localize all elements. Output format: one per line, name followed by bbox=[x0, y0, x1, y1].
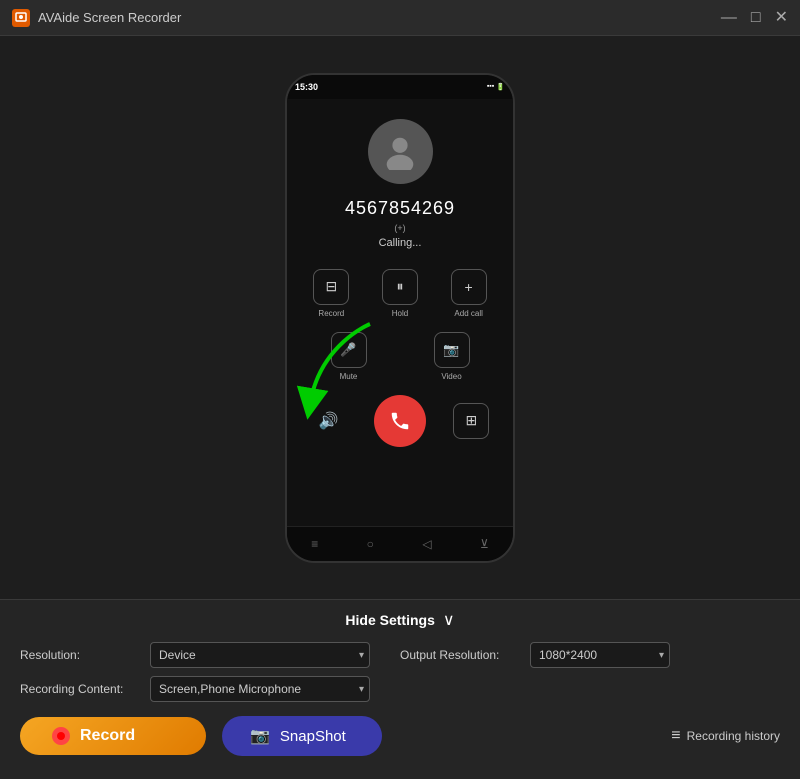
record-button[interactable]: Record bbox=[20, 717, 206, 755]
nav-menu-icon: ≡ bbox=[311, 537, 318, 551]
call-action-row-2: 🎤 Mute 📷 Video bbox=[297, 332, 503, 381]
caller-sub: (+) bbox=[394, 223, 405, 233]
app-title: AVAide Screen Recorder bbox=[38, 10, 181, 25]
caller-avatar bbox=[368, 119, 433, 184]
minimize-button[interactable]: — bbox=[721, 10, 737, 26]
record-action: ⊟ Record bbox=[313, 269, 349, 318]
settings-rows: Resolution: Device Original 1080p 720p ▾… bbox=[0, 638, 800, 712]
recording-content-select[interactable]: Screen,Phone Microphone Screen Only Scre… bbox=[150, 676, 370, 702]
hold-label: Hold bbox=[392, 309, 408, 318]
recording-content-select-wrapper: Screen,Phone Microphone Screen Only Scre… bbox=[150, 676, 370, 702]
hold-action: ⏸ Hold bbox=[382, 269, 418, 318]
addcall-circle-icon: + bbox=[451, 269, 487, 305]
calling-status: Calling... bbox=[379, 237, 422, 249]
hide-settings-label: Hide Settings bbox=[345, 612, 434, 628]
addcall-action: + Add call bbox=[451, 269, 487, 318]
record-circle-icon: ⊟ bbox=[313, 269, 349, 305]
addcall-label: Add call bbox=[454, 309, 482, 318]
record-label: Record bbox=[318, 309, 344, 318]
snapshot-label: SnapShot bbox=[280, 728, 346, 745]
nav-home-icon: ○ bbox=[367, 537, 374, 551]
video-action: 📷 Video bbox=[434, 332, 470, 381]
caller-number: 4567854269 bbox=[345, 198, 455, 219]
video-label: Video bbox=[441, 372, 461, 381]
call-screen: 4567854269 (+) Calling... ⊟ Record ⏸ Hol… bbox=[287, 99, 513, 526]
signal-icon: ▪▪▪ bbox=[487, 83, 494, 90]
title-bar: AVAide Screen Recorder — □ ✕ bbox=[0, 0, 800, 36]
hold-circle-icon: ⏸ bbox=[382, 269, 418, 305]
phone-mockup: 15:30 ▪▪▪ 🔋 4567854269 (+) Calling... bbox=[285, 73, 515, 563]
record-label: Record bbox=[80, 727, 135, 745]
phone-status-bar: 15:30 ▪▪▪ 🔋 bbox=[287, 75, 513, 99]
settings-panel: Hide Settings ∨ Resolution: Device Origi… bbox=[0, 599, 800, 779]
recording-history-button[interactable]: ≡ Recording history bbox=[671, 727, 780, 745]
list-icon: ≡ bbox=[671, 727, 680, 745]
status-time: 15:30 bbox=[295, 82, 318, 92]
close-button[interactable]: ✕ bbox=[775, 10, 788, 26]
output-resolution-select[interactable]: 1080*2400 1080*1920 720*1280 bbox=[530, 642, 670, 668]
snapshot-button[interactable]: 📷 SnapShot bbox=[222, 716, 382, 756]
mute-label: Mute bbox=[340, 372, 358, 381]
title-bar-left: AVAide Screen Recorder bbox=[12, 9, 181, 27]
record-dot-icon bbox=[52, 727, 70, 745]
recording-content-label: Recording Content: bbox=[20, 682, 140, 696]
mute-action: 🎤 Mute bbox=[331, 332, 367, 381]
resolution-select[interactable]: Device Original 1080p 720p bbox=[150, 642, 370, 668]
resolution-row: Resolution: Device Original 1080p 720p ▾… bbox=[20, 642, 780, 668]
resolution-select-wrapper: Device Original 1080p 720p ▾ bbox=[150, 642, 370, 668]
recording-history-label: Recording history bbox=[687, 729, 780, 743]
recording-content-row: Recording Content: Screen,Phone Micropho… bbox=[20, 676, 780, 702]
call-action-row-1: ⊟ Record ⏸ Hold + Add call bbox=[297, 269, 503, 318]
output-resolution-group: Output Resolution: 1080*2400 1080*1920 7… bbox=[400, 642, 670, 668]
mute-circle-icon: 🎤 bbox=[331, 332, 367, 368]
output-resolution-select-wrapper: 1080*2400 1080*1920 720*1280 ▾ bbox=[530, 642, 670, 668]
call-action-row-3: 🔊 ⊞ bbox=[297, 395, 503, 447]
app-icon bbox=[12, 9, 30, 27]
nav-back-icon: ◁ bbox=[422, 537, 431, 551]
resolution-label: Resolution: bbox=[20, 648, 140, 662]
wifi-icon: 🔋 bbox=[496, 83, 505, 91]
volume-button: 🔊 bbox=[311, 403, 347, 439]
maximize-button[interactable]: □ bbox=[751, 10, 761, 26]
status-icons: ▪▪▪ 🔋 bbox=[487, 83, 505, 91]
nav-recent-icon: ⊻ bbox=[480, 537, 489, 551]
person-icon bbox=[381, 132, 419, 170]
call-actions: ⊟ Record ⏸ Hold + Add call 🎤 M bbox=[297, 269, 503, 447]
phone-nav-bar: ≡ ○ ◁ ⊻ bbox=[287, 526, 513, 561]
video-circle-icon: 📷 bbox=[434, 332, 470, 368]
end-call-button[interactable] bbox=[374, 395, 426, 447]
window-controls: — □ ✕ bbox=[721, 10, 788, 26]
keypad-button: ⊞ bbox=[453, 403, 489, 439]
main-preview-area: 15:30 ▪▪▪ 🔋 4567854269 (+) Calling... bbox=[0, 36, 800, 599]
output-resolution-label: Output Resolution: bbox=[400, 648, 520, 662]
chevron-down-icon: ∨ bbox=[443, 610, 455, 630]
record-dot-inner bbox=[57, 732, 65, 740]
bottom-buttons: Record 📷 SnapShot ≡ Recording history bbox=[0, 716, 800, 756]
camera-icon: 📷 bbox=[250, 726, 270, 746]
hide-settings-bar[interactable]: Hide Settings ∨ bbox=[0, 600, 800, 638]
